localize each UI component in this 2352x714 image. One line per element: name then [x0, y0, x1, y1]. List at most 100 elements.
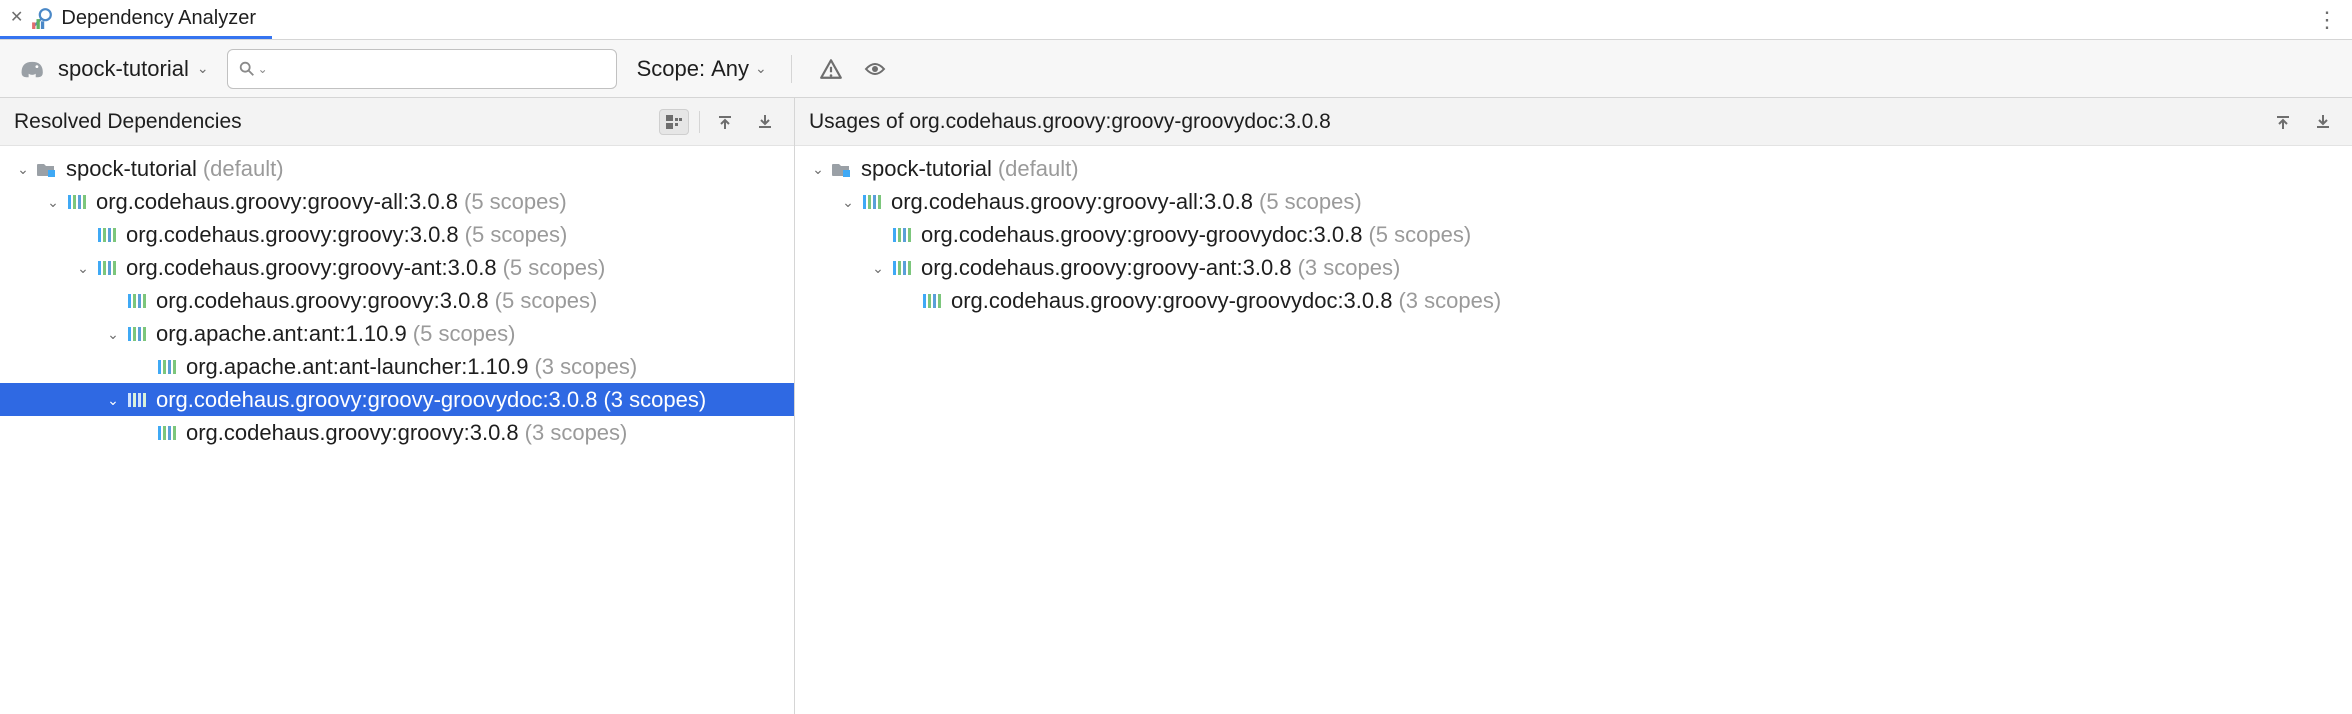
- resolved-dependencies-panel: Resolved Dependencies ⌄spock-tutorial(de…: [0, 98, 795, 714]
- tree-row[interactable]: ⌄ org.codehaus.groovy:groovy-all:3.0.8(5 …: [795, 185, 2352, 218]
- tree-row[interactable]: ⌄ org.codehaus.groovy:groovy-groovydoc:3.…: [0, 383, 794, 416]
- folder-icon: [36, 159, 58, 179]
- library-icon: [156, 357, 178, 377]
- tree-item-suffix: (5 scopes): [413, 321, 516, 347]
- tree-item-suffix: (5 scopes): [503, 255, 606, 281]
- tree-item-suffix: (3 scopes): [525, 420, 628, 446]
- chevron-down-icon[interactable]: ⌄: [869, 260, 887, 277]
- tree-item-label: org.codehaus.groovy:groovy-groovydoc:3.0…: [156, 387, 597, 413]
- chevron-down-icon[interactable]: ⌄: [44, 194, 62, 211]
- tree-item-suffix: (5 scopes): [495, 288, 598, 314]
- separator: [699, 111, 700, 133]
- tree-row[interactable]: ⌄ spock-tutorial(default): [795, 152, 2352, 185]
- tab-label: Dependency Analyzer: [61, 7, 256, 30]
- usages-panel: Usages of org.codehaus.groovy:groovy-gro…: [795, 98, 2352, 714]
- gradle-elephant-icon: [18, 56, 44, 82]
- tool-window-tabs: ✕ Dependency Analyzer ⋮: [0, 0, 2352, 40]
- library-icon: [156, 423, 178, 443]
- tree-row[interactable]: ⌄ org.codehaus.groovy:groovy-ant:3.0.8(3 …: [795, 251, 2352, 284]
- search-icon: [238, 60, 256, 78]
- analyzer-icon: [31, 7, 53, 29]
- expand-all-icon[interactable]: [710, 109, 740, 135]
- library-icon: [126, 291, 148, 311]
- collapse-all-icon[interactable]: [750, 109, 780, 135]
- chevron-down-icon: ⌄: [197, 60, 209, 77]
- search-input[interactable]: ⌄: [227, 49, 617, 89]
- panel-header: Resolved Dependencies: [0, 98, 794, 146]
- library-icon: [891, 258, 913, 278]
- tree-item-label: org.codehaus.groovy:groovy-all:3.0.8: [96, 189, 458, 215]
- library-icon: [126, 324, 148, 344]
- more-vert-icon[interactable]: ⋮: [2302, 7, 2352, 33]
- folder-icon: [831, 159, 853, 179]
- panel-title: Usages of org.codehaus.groovy:groovy-gro…: [809, 110, 1331, 134]
- tree-item-suffix: (5 scopes): [464, 189, 567, 215]
- close-icon[interactable]: ✕: [10, 10, 23, 26]
- chevron-down-icon: ⌄: [755, 60, 767, 77]
- library-icon: [861, 192, 883, 212]
- tree-item-label: org.apache.ant:ant:1.10.9: [156, 321, 407, 347]
- tree-row[interactable]: ▾org.codehaus.groovy:groovy-groovydoc:3.…: [795, 284, 2352, 317]
- eye-icon[interactable]: [860, 58, 890, 80]
- module-selector[interactable]: spock-tutorial ⌄: [58, 56, 213, 82]
- tab-dependency-analyzer[interactable]: ✕ Dependency Analyzer: [0, 0, 272, 39]
- tree-item-suffix: (3 scopes): [603, 387, 706, 413]
- chevron-down-icon[interactable]: ⌄: [14, 161, 32, 178]
- tree-item-suffix: (default): [998, 156, 1079, 182]
- tree-row[interactable]: ▾org.codehaus.groovy:groovy:3.0.8(5 scop…: [0, 218, 794, 251]
- tree-item-label: org.codehaus.groovy:groovy:3.0.8: [186, 420, 519, 446]
- scope-label: Scope:: [637, 56, 706, 82]
- tree-item-label: org.codehaus.groovy:groovy-ant:3.0.8: [921, 255, 1292, 281]
- tree-item-suffix: (default): [203, 156, 284, 182]
- chevron-down-icon: ⌄: [258, 62, 268, 76]
- chevron-down-icon[interactable]: ⌄: [809, 161, 827, 178]
- separator: [791, 55, 792, 83]
- tree-item-suffix: (3 scopes): [534, 354, 637, 380]
- tree-item-label: org.codehaus.groovy:groovy-all:3.0.8: [891, 189, 1253, 215]
- analyzer-toolbar: spock-tutorial ⌄ ⌄ Scope: Any ⌄: [0, 40, 2352, 98]
- tree-item-label: org.codehaus.groovy:groovy-ant:3.0.8: [126, 255, 497, 281]
- library-icon: [126, 390, 148, 410]
- tree-row[interactable]: ⌄ org.codehaus.groovy:groovy-ant:3.0.8(5 …: [0, 251, 794, 284]
- chevron-down-icon[interactable]: ⌄: [104, 392, 122, 409]
- library-icon: [921, 291, 943, 311]
- tree-item-label: spock-tutorial: [861, 156, 992, 182]
- tree-row[interactable]: ⌄ org.codehaus.groovy:groovy-all:3.0.8(5 …: [0, 185, 794, 218]
- chevron-down-icon[interactable]: ⌄: [104, 326, 122, 343]
- scope-value: Any: [711, 56, 749, 82]
- library-icon: [96, 258, 118, 278]
- library-icon: [891, 225, 913, 245]
- tree-item-suffix: (3 scopes): [1398, 288, 1501, 314]
- warning-triangle-icon[interactable]: [816, 57, 846, 81]
- tree-row[interactable]: ⌄ spock-tutorial(default): [0, 152, 794, 185]
- tree-item-suffix: (5 scopes): [1368, 222, 1471, 248]
- tree-item-label: org.codehaus.groovy:groovy:3.0.8: [156, 288, 489, 314]
- tree-item-label: org.codehaus.groovy:groovy-groovydoc:3.0…: [921, 222, 1362, 248]
- tree-row[interactable]: ⌄ org.apache.ant:ant:1.10.9(5 scopes): [0, 317, 794, 350]
- usages-tree[interactable]: ⌄spock-tutorial(default)⌄org.codehaus.gr…: [795, 146, 2352, 714]
- tree-item-label: org.codehaus.groovy:groovy:3.0.8: [126, 222, 459, 248]
- chevron-down-icon[interactable]: ⌄: [839, 194, 857, 211]
- panel-header: Usages of org.codehaus.groovy:groovy-gro…: [795, 98, 2352, 146]
- tree-item-suffix: (3 scopes): [1298, 255, 1401, 281]
- library-icon: [66, 192, 88, 212]
- tree-row[interactable]: ▾org.apache.ant:ant-launcher:1.10.9(3 sc…: [0, 350, 794, 383]
- show-as-tree-icon[interactable]: [659, 109, 689, 135]
- tree-row[interactable]: ▾org.codehaus.groovy:groovy:3.0.8(3 scop…: [0, 416, 794, 449]
- search-field[interactable]: [276, 58, 606, 79]
- tree-item-label: spock-tutorial: [66, 156, 197, 182]
- tree-item-suffix: (5 scopes): [1259, 189, 1362, 215]
- expand-all-icon[interactable]: [2268, 109, 2298, 135]
- tree-row[interactable]: ▾org.codehaus.groovy:groovy-groovydoc:3.…: [795, 218, 2352, 251]
- module-name: spock-tutorial: [58, 56, 189, 82]
- dependency-tree[interactable]: ⌄spock-tutorial(default)⌄org.codehaus.gr…: [0, 146, 794, 714]
- collapse-all-icon[interactable]: [2308, 109, 2338, 135]
- tree-row[interactable]: ▾org.codehaus.groovy:groovy:3.0.8(5 scop…: [0, 284, 794, 317]
- library-icon: [96, 225, 118, 245]
- chevron-down-icon[interactable]: ⌄: [74, 260, 92, 277]
- tree-item-label: org.apache.ant:ant-launcher:1.10.9: [186, 354, 528, 380]
- tree-item-suffix: (5 scopes): [465, 222, 568, 248]
- panel-title: Resolved Dependencies: [14, 110, 242, 134]
- scope-selector[interactable]: Scope: Any ⌄: [637, 56, 767, 82]
- tree-item-label: org.codehaus.groovy:groovy-groovydoc:3.0…: [951, 288, 1392, 314]
